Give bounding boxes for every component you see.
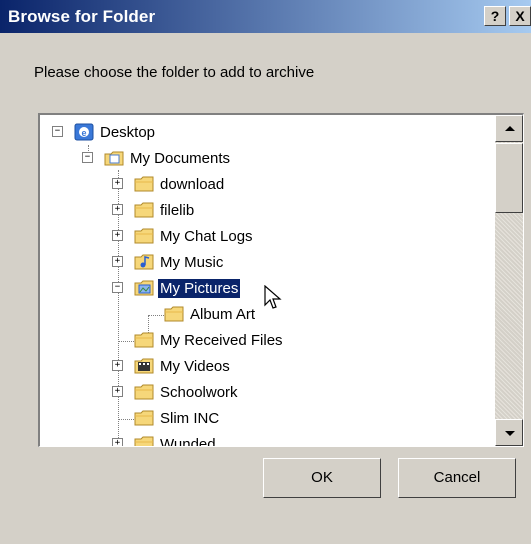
- folder-icon: [134, 436, 154, 446]
- tree-node-label: download: [160, 175, 225, 193]
- folder-icon: [134, 384, 154, 400]
- documents-folder-icon: [104, 151, 124, 166]
- tree-node-label: My Documents: [130, 149, 231, 167]
- mouse-pointer-icon: [264, 285, 282, 309]
- tree-node-my-pictures[interactable]: My Pictures: [134, 277, 241, 299]
- folder-tree-content: − e Desktop − My Documents + download + …: [40, 115, 494, 446]
- expand-toggle-download[interactable]: +: [112, 178, 123, 189]
- tree-node-my-music[interactable]: My Music: [134, 251, 225, 273]
- scroll-up-button[interactable]: [495, 115, 523, 142]
- tree-node-schoolwork[interactable]: Schoolwork: [134, 381, 240, 403]
- tree-node-album-art[interactable]: Album Art: [164, 303, 257, 325]
- folder-tree[interactable]: − e Desktop − My Documents + download + …: [38, 113, 524, 447]
- tree-node-label: My Videos: [160, 357, 230, 375]
- arrow-down-icon: [505, 431, 515, 436]
- video-folder-icon: [134, 358, 154, 374]
- tree-node-my-chat-logs[interactable]: My Chat Logs: [134, 225, 255, 247]
- tree-node-label-selected: My Pictures: [158, 278, 241, 298]
- browse-for-folder-dialog: Browse for Folder ? X Please choose the …: [0, 0, 531, 544]
- tree-node-my-videos[interactable]: My Videos: [134, 355, 232, 377]
- expand-toggle-my-music[interactable]: +: [112, 256, 123, 267]
- expand-toggle-my-videos[interactable]: +: [112, 360, 123, 371]
- scrollbar-thumb[interactable]: [495, 143, 523, 213]
- tree-node-label: Album Art: [190, 305, 256, 323]
- collapse-toggle-my-pictures[interactable]: −: [112, 282, 123, 293]
- scroll-down-button[interactable]: [495, 419, 523, 446]
- tree-node-label: filelib: [160, 201, 195, 219]
- folder-icon: [134, 228, 154, 244]
- tree-node-label: Schoolwork: [160, 383, 238, 401]
- folder-icon: [134, 410, 154, 426]
- help-button[interactable]: ?: [484, 6, 506, 26]
- music-folder-icon: [134, 254, 154, 270]
- title-bar[interactable]: Browse for Folder ? X: [0, 0, 531, 33]
- tree-node-desktop[interactable]: e Desktop: [74, 121, 157, 143]
- expand-toggle-schoolwork[interactable]: +: [112, 386, 123, 397]
- collapse-toggle-my-documents[interactable]: −: [82, 152, 93, 163]
- collapse-toggle-desktop[interactable]: −: [52, 126, 63, 137]
- tree-node-wunded[interactable]: Wunded: [134, 433, 218, 447]
- tree-node-download[interactable]: download: [134, 173, 226, 195]
- ok-button[interactable]: OK: [263, 458, 381, 498]
- folder-icon: [134, 202, 154, 218]
- svg-text:e: e: [81, 128, 86, 138]
- pictures-folder-icon: [134, 280, 154, 296]
- tree-node-my-received-files[interactable]: My Received Files: [134, 329, 285, 351]
- instruction-text: Please choose the folder to add to archi…: [34, 64, 315, 81]
- folder-icon: [134, 332, 154, 348]
- tree-node-label: Desktop: [100, 123, 156, 141]
- tree-node-label: My Music: [160, 253, 224, 271]
- expand-toggle-filelib[interactable]: +: [112, 204, 123, 215]
- folder-icon: [164, 306, 184, 322]
- expand-toggle-my-chat-logs[interactable]: +: [112, 230, 123, 241]
- tree-node-my-documents[interactable]: My Documents: [104, 147, 232, 169]
- cancel-button[interactable]: Cancel: [398, 458, 516, 498]
- arrow-up-icon: [505, 126, 515, 131]
- vertical-scrollbar[interactable]: [495, 115, 523, 446]
- tree-node-label: Wunded: [160, 435, 216, 447]
- desktop-icon: e: [74, 123, 94, 141]
- tree-node-slim-inc[interactable]: Slim INC: [134, 407, 221, 429]
- tree-node-filelib[interactable]: filelib: [134, 199, 196, 221]
- tree-node-label: Slim INC: [160, 409, 220, 427]
- window-title: Browse for Folder: [8, 7, 156, 26]
- tree-node-label: My Received Files: [160, 331, 283, 349]
- tree-node-label: My Chat Logs: [160, 227, 253, 245]
- close-button[interactable]: X: [509, 6, 531, 26]
- expand-toggle-wunded[interactable]: +: [112, 438, 123, 446]
- folder-icon: [134, 176, 154, 192]
